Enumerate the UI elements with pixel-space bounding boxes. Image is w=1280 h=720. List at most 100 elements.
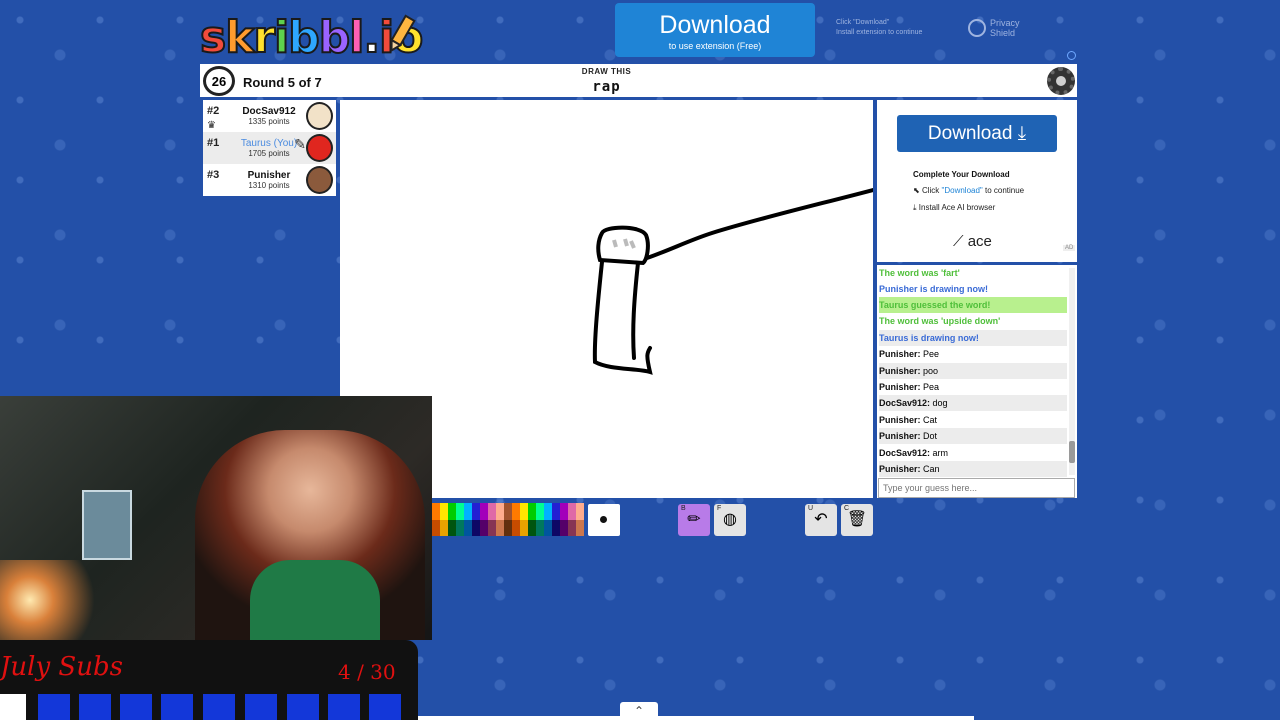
color-swatch[interactable] <box>520 503 528 520</box>
color-swatch[interactable] <box>536 503 544 520</box>
player-rank: #1 <box>207 137 220 149</box>
chat-scrollbar-thumb[interactable] <box>1069 441 1075 463</box>
player-row[interactable]: #3 Punisher 1310 points <box>203 164 336 196</box>
color-swatch[interactable] <box>544 503 552 520</box>
fill-bucket-icon: ◍ <box>723 511 737 528</box>
color-swatch[interactable] <box>552 503 560 520</box>
chat-message: Punisher: poo <box>879 363 1067 379</box>
color-swatch[interactable] <box>512 503 520 520</box>
chat-message: Punisher: Dot <box>879 428 1067 444</box>
color-swatch[interactable] <box>560 503 568 520</box>
player-row[interactable]: #2 ♛ DocSav912 1335 points <box>203 100 336 132</box>
color-swatch[interactable] <box>432 503 440 520</box>
brush-size-button[interactable] <box>588 504 620 536</box>
player-rank: #3 <box>207 169 220 181</box>
color-swatch[interactable] <box>496 503 504 520</box>
color-swatch[interactable] <box>504 503 512 520</box>
color-swatch[interactable] <box>472 503 480 520</box>
color-swatch[interactable] <box>544 519 552 536</box>
logo-letter: l <box>348 11 365 64</box>
chat-message: Punisher: Pea <box>879 379 1067 395</box>
avatar <box>306 102 333 130</box>
clear-button[interactable]: C 🗑 <box>841 504 873 536</box>
ad-step-1: ⬉ Click "Download" to continue <box>913 186 1024 195</box>
sub-box <box>120 694 152 720</box>
player-points: 1310 points <box>248 181 290 190</box>
drawing-pencil-icon: ✎ <box>294 136 306 152</box>
sub-box <box>245 694 277 720</box>
download-arrow-icon: ⤓ <box>1017 123 1027 144</box>
chevron-up-icon[interactable]: ⌃ <box>620 702 658 720</box>
color-swatch[interactable] <box>456 503 464 520</box>
color-swatch[interactable] <box>448 503 456 520</box>
chat-message: Punisher: Pee <box>879 346 1067 362</box>
ad-step1-highlight: "Download" <box>941 186 983 195</box>
chat-user: Punisher: <box>879 349 921 359</box>
undo-button[interactable]: U ↶ <box>805 504 837 536</box>
brush-tool-button[interactable]: B ✏ <box>678 504 710 536</box>
color-swatch[interactable] <box>528 503 536 520</box>
guess-input[interactable] <box>878 478 1075 498</box>
color-swatch[interactable] <box>440 519 448 536</box>
color-swatch[interactable] <box>568 503 576 520</box>
color-swatch[interactable] <box>472 519 480 536</box>
color-swatch[interactable] <box>552 519 560 536</box>
chat-message: Taurus guessed the word! <box>879 297 1067 313</box>
color-swatch[interactable] <box>464 519 472 536</box>
chat-message: Punisher is drawing now! <box>879 284 989 294</box>
top-ad-download-label: Download <box>659 11 771 39</box>
color-swatch[interactable] <box>536 519 544 536</box>
logo-letter: b <box>287 11 320 64</box>
privacy-shield[interactable]: Privacy Shield <box>968 18 1034 38</box>
color-swatch[interactable] <box>568 519 576 536</box>
ad-step2-text: Install Ace AI browser <box>918 203 996 212</box>
chat-message: The word was 'fart' <box>879 268 960 278</box>
color-swatch[interactable] <box>576 519 584 536</box>
color-swatch[interactable] <box>504 519 512 536</box>
ad-download-button[interactable]: Download ⤓ <box>897 115 1057 152</box>
color-swatch[interactable] <box>440 503 448 520</box>
chat-text: arm <box>930 448 949 458</box>
color-swatch[interactable] <box>488 503 496 520</box>
color-swatch[interactable] <box>480 519 488 536</box>
ad-step-2: ⤓ Install Ace AI browser <box>913 203 995 213</box>
fill-tool-button[interactable]: F ◍ <box>714 504 746 536</box>
sub-box <box>369 694 401 720</box>
color-swatch[interactable] <box>480 503 488 520</box>
chat-message: The word was 'upside down' <box>879 316 1001 326</box>
ad-step1-pre: Click <box>921 186 942 195</box>
stroke-head-marks <box>612 238 636 249</box>
color-swatch[interactable] <box>560 519 568 536</box>
color-swatch[interactable] <box>528 519 536 536</box>
chat-message: DocSav912: arm <box>879 445 1067 461</box>
color-swatch[interactable] <box>512 519 520 536</box>
logo-letter: k <box>224 11 255 64</box>
settings-gear-icon[interactable] <box>1047 67 1075 95</box>
undo-icon: ↶ <box>814 511 828 528</box>
chat-text: dog <box>930 398 948 408</box>
color-swatch[interactable] <box>456 519 464 536</box>
webcam-figure-box <box>82 490 132 560</box>
info-icon[interactable] <box>1067 51 1076 60</box>
trash-icon: 🗑 <box>846 511 868 528</box>
color-swatch[interactable] <box>520 519 528 536</box>
sub-box <box>161 694 193 720</box>
color-swatch[interactable] <box>496 519 504 536</box>
top-ad-download-button[interactable]: Download to use extension (Free) <box>615 3 815 57</box>
color-swatch[interactable] <box>576 503 584 520</box>
ace-brand: ace <box>967 233 992 250</box>
stroke-head <box>596 225 650 266</box>
color-swatch[interactable] <box>488 519 496 536</box>
undo-key: U <box>808 505 814 512</box>
color-swatch[interactable] <box>464 503 472 520</box>
subs-count: 4 / 30 <box>338 660 396 684</box>
chat-user: DocSav912: <box>879 448 931 458</box>
player-row[interactable]: #1 Taurus (You) 1705 points ✎ <box>203 132 336 164</box>
chat-user: Punisher: <box>879 415 921 425</box>
color-swatch[interactable] <box>448 519 456 536</box>
color-swatch[interactable] <box>432 519 440 536</box>
logo-letter: s <box>199 11 227 64</box>
fill-key: F <box>717 505 722 512</box>
shield-icon <box>968 19 986 37</box>
ace-sparkle-icon: ⟋ <box>953 233 964 250</box>
